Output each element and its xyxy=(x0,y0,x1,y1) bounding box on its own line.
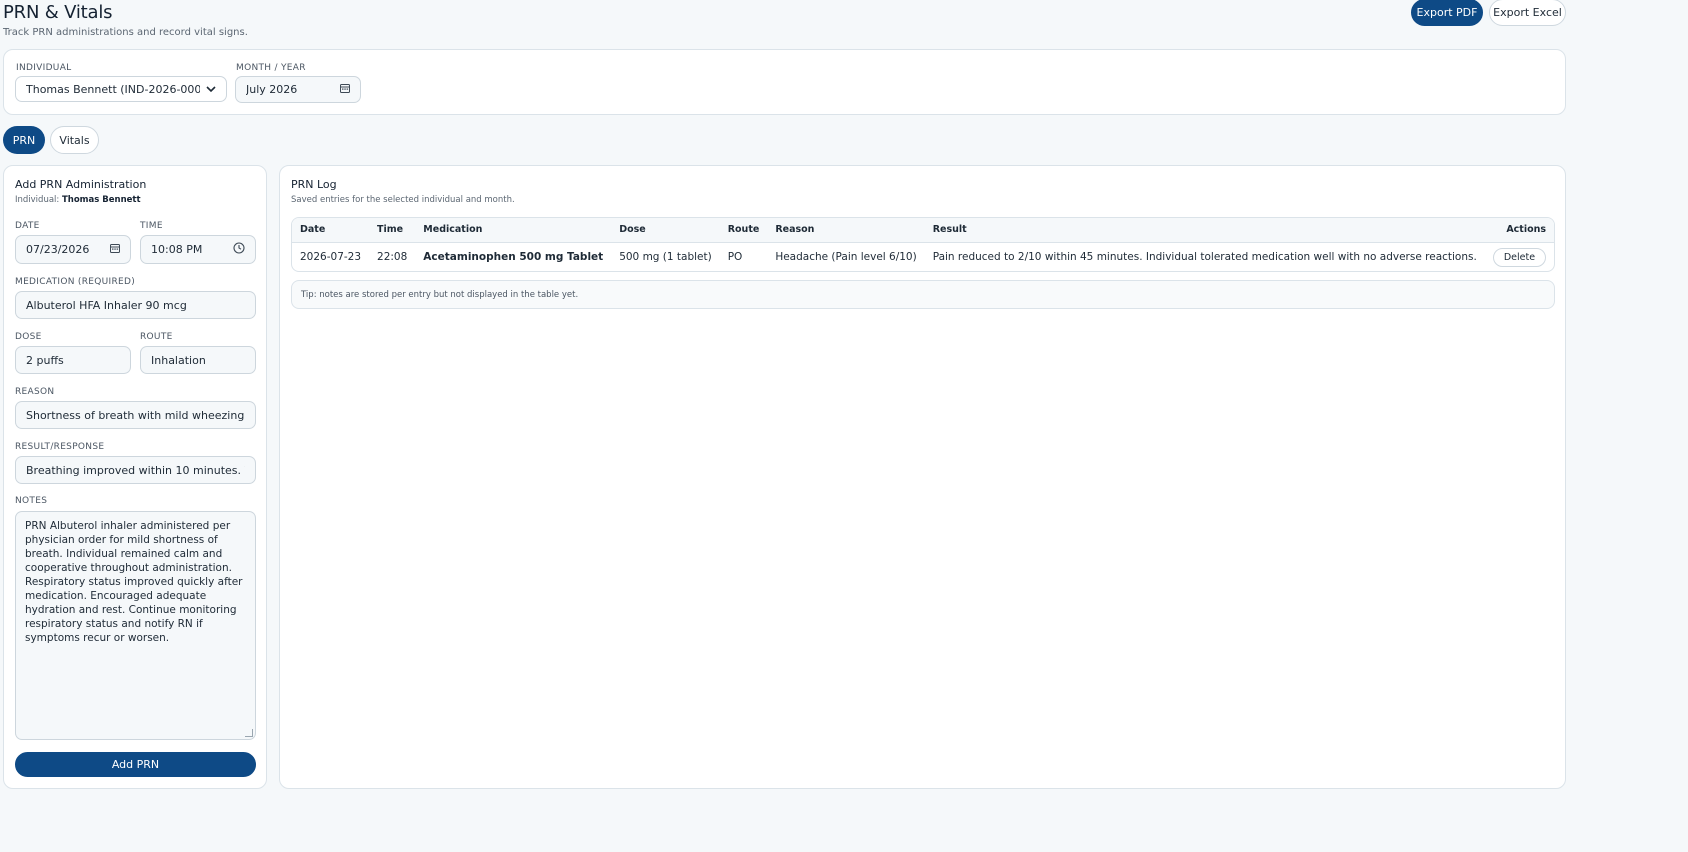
cell-time: 22:08 xyxy=(377,251,408,264)
tab-prn[interactable]: PRN xyxy=(3,126,45,154)
individual-select[interactable]: Thomas Bennett (IND-2026-000008) xyxy=(15,76,227,102)
month-year-label: MONTH / YEAR xyxy=(236,63,306,73)
resize-handle-icon[interactable] xyxy=(245,729,253,737)
month-year-value: July 2026 xyxy=(246,83,298,96)
form-individual-prefix: Individual: xyxy=(15,195,60,205)
date-label: DATE xyxy=(15,221,40,231)
col-medication: Medication xyxy=(415,218,612,243)
month-year-input[interactable]: July 2026 xyxy=(235,76,361,103)
reason-input[interactable]: Shortness of breath with mild wheezing a… xyxy=(15,401,256,429)
col-dose: Dose xyxy=(611,218,720,243)
col-time: Time xyxy=(369,218,416,243)
medication-input[interactable]: Albuterol HFA Inhaler 90 mcg xyxy=(15,291,256,319)
col-reason: Reason xyxy=(767,218,925,243)
tab-vitals[interactable]: Vitals xyxy=(50,126,99,154)
page-title: PRN & Vitals xyxy=(3,2,113,23)
export-excel-button[interactable]: Export Excel xyxy=(1489,0,1566,26)
medication-value: Albuterol HFA Inhaler 90 mcg xyxy=(26,298,187,312)
notes-textarea[interactable]: PRN Albuterol inhaler administered per p… xyxy=(15,511,256,740)
notes-label: NOTES xyxy=(15,496,48,506)
route-input[interactable]: Inhalation xyxy=(140,346,256,374)
prn-log-title: PRN Log xyxy=(291,178,337,191)
table-row: 2026-07-23 22:08 Acetaminophen 500 mg Ta… xyxy=(292,242,1554,271)
cell-route: PO xyxy=(727,251,743,264)
result-label: RESULT/RESPONSE xyxy=(15,442,105,452)
cell-result: Pain reduced to 2/10 within 45 minutes. … xyxy=(932,251,1477,264)
page-subtitle: Track PRN administrations and record vit… xyxy=(3,27,248,38)
delete-button[interactable]: Delete xyxy=(1492,247,1547,267)
notes-value: PRN Albuterol inhaler administered per p… xyxy=(25,520,243,644)
dose-value: 2 puffs xyxy=(26,353,64,367)
chevron-down-icon xyxy=(206,83,216,96)
clock-icon[interactable] xyxy=(233,242,245,257)
add-prn-card: Add PRN Administration Individual: Thoma… xyxy=(3,165,267,789)
prn-log-card: PRN Log Saved entries for the selected i… xyxy=(279,165,1566,789)
route-value: Inhalation xyxy=(151,353,206,367)
col-result: Result xyxy=(924,218,1485,243)
add-prn-button[interactable]: Add PRN xyxy=(15,752,256,777)
time-value: 10:08 PM xyxy=(151,243,203,256)
col-actions: Actions xyxy=(1484,218,1554,243)
individual-label: INDIVIDUAL xyxy=(16,63,72,73)
cell-date: 2026-07-23 xyxy=(300,251,362,264)
reason-value: Shortness of breath with mild wheezing a… xyxy=(26,408,245,422)
prn-log-tip: Tip: notes are stored per entry but not … xyxy=(291,280,1555,309)
route-label: ROUTE xyxy=(140,332,173,342)
col-date: Date xyxy=(292,218,370,243)
medication-label: MEDICATION (REQUIRED) xyxy=(15,277,136,287)
cell-actions: Delete xyxy=(1485,242,1554,271)
individual-select-value: Thomas Bennett (IND-2026-000008) xyxy=(26,82,200,96)
calendar-icon[interactable] xyxy=(110,243,120,256)
table-header-row: Date Time Medication Dose Route Reason R… xyxy=(292,218,1554,243)
time-input[interactable]: 10:08 PM xyxy=(140,235,256,264)
cell-reason: Headache (Pain level 6/10) xyxy=(775,251,917,264)
date-input[interactable]: 07/23/2026 xyxy=(15,235,131,264)
result-value: Breathing improved within 10 minutes. Wh… xyxy=(26,463,245,477)
cell-dose: 500 mg (1 tablet) xyxy=(619,251,712,264)
prn-log-subtitle: Saved entries for the selected individua… xyxy=(291,195,515,205)
calendar-icon[interactable] xyxy=(340,83,350,96)
filter-card: INDIVIDUAL Thomas Bennett (IND-2026-0000… xyxy=(3,49,1566,115)
reason-label: REASON xyxy=(15,387,55,397)
prn-log-table: Date Time Medication Dose Route Reason R… xyxy=(291,217,1555,272)
dose-input[interactable]: 2 puffs xyxy=(15,346,131,374)
date-value: 07/23/2026 xyxy=(26,243,90,256)
time-label: TIME xyxy=(140,221,163,231)
export-pdf-button[interactable]: Export PDF xyxy=(1411,0,1483,26)
result-input[interactable]: Breathing improved within 10 minutes. Wh… xyxy=(15,456,256,484)
col-route: Route xyxy=(719,218,768,243)
form-individual-line: Individual: Thomas Bennett xyxy=(15,195,141,205)
cell-medication: Acetaminophen 500 mg Tablet xyxy=(423,251,604,264)
add-prn-title: Add PRN Administration xyxy=(15,178,147,191)
dose-label: DOSE xyxy=(15,332,42,342)
form-individual-name: Thomas Bennett xyxy=(61,195,141,205)
